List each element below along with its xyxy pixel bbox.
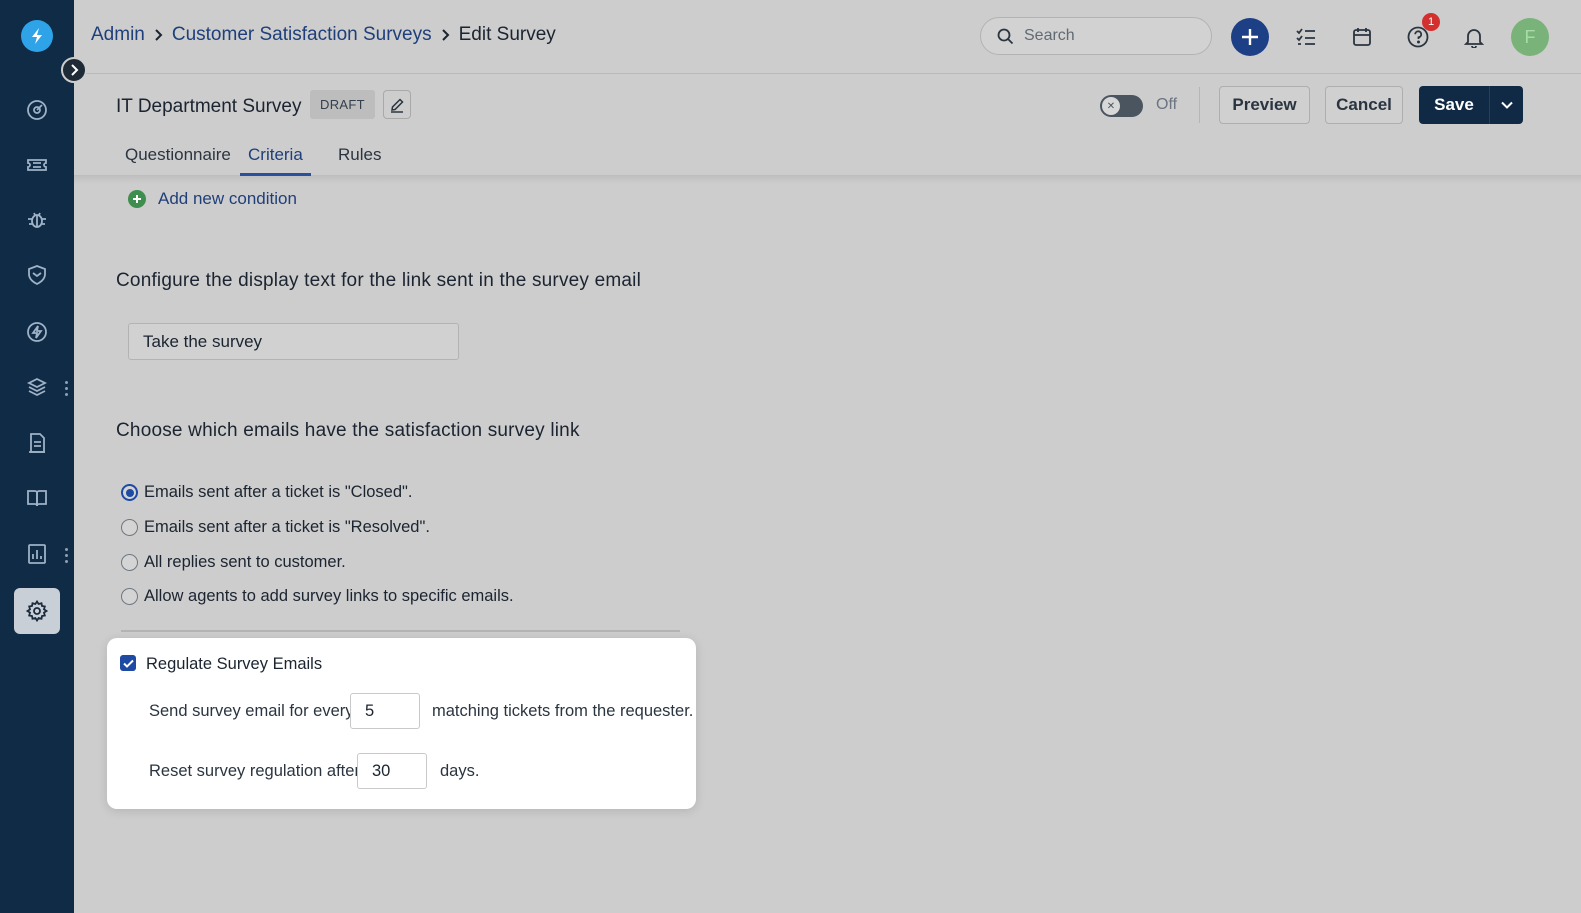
reset-suffix-text: days. xyxy=(440,762,480,780)
calendar-button[interactable] xyxy=(1343,18,1381,56)
sidebar-expand-button[interactable] xyxy=(61,57,87,83)
nav-releases[interactable] xyxy=(14,309,60,355)
book-icon xyxy=(27,490,47,507)
email-option-agent-choice[interactable]: Allow agents to add survey links to spec… xyxy=(121,587,514,606)
notifications-button[interactable] xyxy=(1455,18,1493,56)
add-condition-link[interactable]: Add new condition xyxy=(128,189,297,209)
todo-button[interactable] xyxy=(1287,18,1325,56)
shield-icon xyxy=(28,265,46,286)
cancel-button[interactable]: Cancel xyxy=(1325,86,1403,124)
sidebar xyxy=(0,0,74,913)
email-option-all-replies[interactable]: All replies sent to customer. xyxy=(121,553,346,572)
radio-button[interactable] xyxy=(121,554,138,571)
email-option-label: Allow agents to add survey links to spec… xyxy=(144,587,514,605)
nav-contracts[interactable] xyxy=(14,420,60,466)
add-condition-label: Add new condition xyxy=(158,189,297,208)
regulate-survey-card: Regulate Survey Emails Send survey email… xyxy=(107,638,696,809)
radio-button[interactable] xyxy=(121,484,138,501)
top-header: Admin Customer Satisfaction Surveys Edit… xyxy=(74,0,1581,74)
search-input[interactable]: Search xyxy=(980,17,1212,55)
radio-button[interactable] xyxy=(121,519,138,536)
nav-changes[interactable] xyxy=(14,252,60,298)
chevron-right-icon xyxy=(154,28,163,42)
email-option-label: Emails sent after a ticket is "Resolved"… xyxy=(144,518,430,536)
every-n-tickets-field[interactable]: 5 xyxy=(350,693,420,729)
lightning-icon xyxy=(27,322,47,342)
preview-button[interactable]: Preview xyxy=(1219,86,1310,124)
chevron-right-icon xyxy=(71,64,79,76)
reset-prefix-text: Reset survey regulation after xyxy=(149,762,360,780)
nav-analytics[interactable] xyxy=(14,531,60,577)
chevron-down-icon xyxy=(1500,101,1513,109)
survey-active-toggle[interactable]: ✕ xyxy=(1100,95,1143,117)
checkmark-icon xyxy=(122,659,134,668)
nav-solutions[interactable] xyxy=(14,475,60,521)
bug-icon xyxy=(28,212,46,228)
link-text-heading: Configure the display text for the link … xyxy=(116,270,642,291)
avatar[interactable]: F xyxy=(1511,18,1549,56)
notification-count-badge: 1 xyxy=(1422,13,1440,31)
search-placeholder: Search xyxy=(1024,27,1075,44)
search-icon xyxy=(997,28,1014,44)
survey-tabs: Questionnaire Criteria Rules xyxy=(74,133,1581,176)
gear-icon xyxy=(25,599,49,623)
nav-dashboard[interactable] xyxy=(14,87,60,133)
document-icon xyxy=(29,433,45,453)
every-suffix-text: matching tickets from the requester. xyxy=(432,702,694,720)
toggle-state-label: Off xyxy=(1156,96,1178,113)
tabs-shadow xyxy=(74,176,1581,184)
ticket-icon xyxy=(27,159,47,171)
regulate-checkbox[interactable] xyxy=(120,655,136,671)
nav-admin[interactable] xyxy=(14,588,60,634)
bell-icon xyxy=(1463,29,1485,48)
breadcrumb-current: Edit Survey xyxy=(458,24,556,45)
save-options-button[interactable] xyxy=(1489,86,1523,124)
tab-criteria[interactable]: Criteria xyxy=(240,145,311,176)
email-option-closed[interactable]: Emails sent after a ticket is "Closed". xyxy=(121,483,412,502)
email-option-resolved[interactable]: Emails sent after a ticket is "Resolved"… xyxy=(121,518,430,537)
layers-icon xyxy=(26,377,48,397)
breadcrumb: Admin Customer Satisfaction Surveys Edit… xyxy=(91,24,556,46)
tab-rules[interactable]: Rules xyxy=(338,145,381,176)
survey-link-text-field[interactable]: Take the survey xyxy=(128,323,459,360)
page-title: IT Department Survey xyxy=(116,96,302,117)
radio-button[interactable] xyxy=(121,588,138,605)
edit-title-button[interactable] xyxy=(383,90,411,119)
tab-questionnaire[interactable]: Questionnaire xyxy=(125,145,231,176)
breadcrumb-admin[interactable]: Admin xyxy=(91,24,145,46)
pencil-icon xyxy=(391,97,404,113)
help-button[interactable]: 1 xyxy=(1399,13,1440,56)
analytics-icon xyxy=(28,544,46,564)
divider xyxy=(1199,87,1200,123)
nav-problems[interactable] xyxy=(14,197,60,243)
status-badge: DRAFT xyxy=(310,90,375,119)
calendar-icon xyxy=(1353,28,1371,46)
nav-tickets[interactable] xyxy=(14,142,60,188)
nav-assets-more[interactable] xyxy=(63,381,69,396)
regulate-label: Regulate Survey Emails xyxy=(146,655,323,673)
plus-icon xyxy=(1242,29,1258,45)
reset-days-field[interactable]: 30 xyxy=(357,753,427,789)
emails-heading: Choose which emails have the satisfactio… xyxy=(116,420,580,441)
every-prefix-text: Send survey email for every xyxy=(149,702,354,720)
nav-analytics-more[interactable] xyxy=(63,548,69,563)
survey-titlebar: IT Department Survey DRAFT ✕ Off Preview… xyxy=(74,75,1581,133)
close-icon: ✕ xyxy=(1102,97,1120,115)
plus-circle-icon xyxy=(128,190,146,208)
chevron-right-icon xyxy=(441,28,450,42)
app-logo[interactable] xyxy=(21,20,53,52)
dashboard-icon xyxy=(27,100,47,120)
nav-assets[interactable] xyxy=(14,364,60,410)
section-divider xyxy=(121,630,680,632)
new-item-button[interactable] xyxy=(1231,18,1269,56)
email-option-label: All replies sent to customer. xyxy=(144,553,346,571)
email-option-label: Emails sent after a ticket is "Closed". xyxy=(144,483,413,501)
breadcrumb-surveys[interactable]: Customer Satisfaction Surveys xyxy=(172,24,432,46)
checklist-icon xyxy=(1296,28,1315,45)
save-button[interactable]: Save xyxy=(1419,86,1489,124)
